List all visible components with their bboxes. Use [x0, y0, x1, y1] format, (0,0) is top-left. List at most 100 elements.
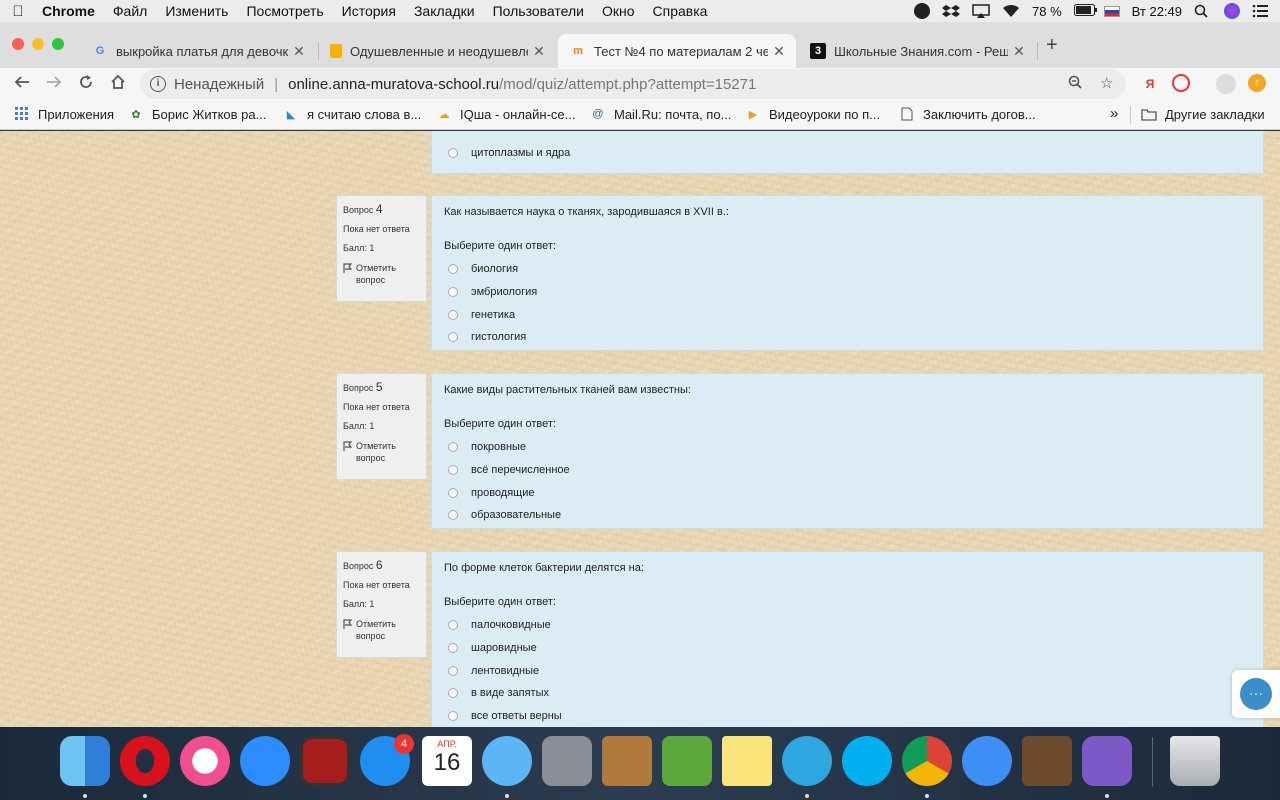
answer-label[interactable]: шаровидные — [471, 642, 537, 654]
viber-icon[interactable] — [1082, 736, 1132, 786]
minimize-window-button[interactable] — [32, 38, 44, 50]
answer-option[interactable]: цитоплазмы и ядра — [444, 142, 1251, 165]
answer-option[interactable]: всё перечисленное — [444, 459, 1251, 482]
answer-label[interactable]: биология — [471, 263, 518, 275]
bookmark-mailru[interactable]: @ Mail.Ru: почта, по... — [590, 106, 731, 122]
yandex-extension-icon[interactable]: Я — [1140, 74, 1160, 94]
answer-option[interactable]: лентовидные — [444, 659, 1251, 682]
menu-edit[interactable]: Изменить — [156, 3, 237, 19]
messages-icon[interactable] — [482, 736, 532, 786]
answer-option[interactable]: эмбриология — [444, 281, 1251, 304]
radio-button[interactable] — [448, 442, 458, 453]
opera-icon[interactable] — [120, 736, 170, 786]
answer-option[interactable]: гистология — [444, 326, 1251, 349]
apple-menu-icon[interactable]:  — [0, 3, 36, 20]
answer-label[interactable]: цитоплазмы и ядра — [471, 147, 570, 159]
radio-button[interactable] — [448, 332, 458, 343]
answer-label[interactable]: всё перечисленное — [471, 464, 570, 476]
menu-history[interactable]: История — [333, 3, 405, 19]
answer-option[interactable]: биология — [444, 258, 1251, 281]
url-path[interactable]: /mod/quiz/attempt.php?attempt=15271 — [499, 76, 756, 93]
contacts-icon[interactable] — [602, 736, 652, 786]
answer-label[interactable]: в виде запятых — [471, 687, 549, 699]
viber-tray-icon[interactable] — [914, 3, 931, 19]
answer-label[interactable]: гистология — [471, 331, 526, 343]
answer-option[interactable]: генетика — [444, 303, 1251, 326]
flag-label[interactable]: Отметить вопрос — [356, 263, 420, 286]
close-window-button[interactable] — [12, 38, 24, 50]
menu-window[interactable]: Окно — [593, 3, 644, 19]
zoom-icon[interactable] — [1068, 75, 1082, 93]
zoom-app-icon[interactable] — [240, 736, 290, 786]
home-icon[interactable] — [106, 72, 130, 96]
answer-option[interactable]: шаровидные — [444, 637, 1251, 660]
more-bookmarks-chevron[interactable]: » — [1110, 105, 1118, 122]
answer-label[interactable]: палочковидные — [471, 619, 551, 631]
answer-option[interactable]: образовательные — [444, 504, 1251, 527]
radio-button[interactable] — [448, 487, 458, 498]
tab-dress-pattern[interactable]: G выкройка платья для девочке ✕ — [80, 34, 316, 68]
address-bar[interactable]: i Ненадежный | online.anna-muratova-scho… — [140, 69, 1126, 99]
reload-icon[interactable] — [74, 72, 98, 96]
menu-help[interactable]: Справка — [644, 3, 717, 19]
tab-animate-nouns[interactable]: Одушевленные и неодушевле ✕ — [318, 34, 556, 68]
dropbox-tray-icon[interactable] — [942, 4, 961, 18]
answer-label[interactable]: образовательные — [471, 509, 561, 521]
bookmark-zhitkov[interactable]: ✿ Борис Житков ра... — [128, 106, 266, 122]
finder-icon[interactable] — [60, 736, 110, 786]
zoom-window-button[interactable] — [52, 38, 64, 50]
wifi-tray-icon[interactable] — [1002, 4, 1020, 18]
game-cow-icon[interactable] — [662, 736, 712, 786]
bookmark-contract[interactable]: Заключить догов... — [899, 106, 1036, 122]
siri-icon[interactable] — [1224, 3, 1240, 19]
answer-label[interactable]: проводящие — [471, 487, 534, 499]
answer-option[interactable]: покровные — [444, 436, 1251, 459]
notification-center-icon[interactable] — [1252, 4, 1270, 18]
menu-file[interactable]: Файл — [104, 3, 156, 19]
flag-label[interactable]: Отметить вопрос — [356, 441, 420, 464]
chrome-icon[interactable] — [902, 736, 952, 786]
answer-label[interactable]: все ответы верны — [471, 710, 562, 722]
radio-button[interactable] — [448, 148, 458, 159]
radio-button[interactable] — [448, 465, 458, 476]
tab-quiz[interactable]: m Тест №4 по материалам 2 че ✕ — [558, 34, 796, 68]
safari-icon[interactable] — [962, 736, 1012, 786]
answer-label[interactable]: лентовидные — [471, 665, 539, 677]
photo-booth-icon[interactable] — [300, 736, 350, 786]
spotlight-search-icon[interactable] — [1194, 4, 1212, 18]
forward-icon[interactable] — [42, 72, 66, 96]
bookmark-star-icon[interactable]: ☆ — [1100, 74, 1113, 92]
flag-question-link[interactable]: Отметить вопрос — [343, 263, 420, 286]
menu-people[interactable]: Пользователи — [484, 3, 593, 19]
answer-label[interactable]: генетика — [471, 309, 515, 321]
answer-option[interactable]: палочковидные — [444, 614, 1251, 637]
radio-button[interactable] — [448, 665, 458, 676]
calendar-icon[interactable]: АПР. 16 — [422, 736, 472, 786]
radio-button[interactable] — [448, 688, 458, 699]
tab-znanija[interactable]: 3 Школьные Знания.com - Реш ✕ — [798, 34, 1036, 68]
url-host[interactable]: online.anna-muratova-school.ru — [288, 76, 499, 93]
flag-question-link[interactable]: Отметить вопрос — [343, 441, 420, 464]
answer-option[interactable]: в виде запятых — [444, 682, 1251, 705]
bookmark-video-lessons[interactable]: ▶ Видеоуроки по п... — [745, 106, 880, 122]
menu-app-name[interactable]: Chrome — [36, 3, 104, 19]
airplay-tray-icon[interactable] — [972, 4, 990, 18]
radio-button[interactable] — [448, 711, 458, 722]
back-icon[interactable] — [10, 72, 34, 96]
close-tab-icon[interactable]: ✕ — [768, 43, 790, 60]
radio-button[interactable] — [448, 309, 458, 320]
flag-question-link[interactable]: Отметить вопрос — [343, 619, 420, 642]
close-tab-icon[interactable]: ✕ — [528, 43, 550, 60]
close-tab-icon[interactable]: ✕ — [288, 43, 310, 60]
battery-icon[interactable] — [1073, 4, 1097, 18]
target-extension-icon[interactable] — [1172, 74, 1190, 92]
bookmark-apps[interactable]: Приложения — [14, 106, 114, 122]
answer-option[interactable]: проводящие — [444, 481, 1251, 504]
info-icon[interactable]: i — [150, 76, 166, 92]
system-preferences-icon[interactable] — [542, 736, 592, 786]
russian-flag-icon[interactable] — [1103, 5, 1120, 17]
radio-button[interactable] — [448, 264, 458, 275]
notes-icon[interactable] — [722, 736, 772, 786]
radio-button[interactable] — [448, 643, 458, 654]
answer-label[interactable]: эмбриология — [471, 286, 537, 298]
